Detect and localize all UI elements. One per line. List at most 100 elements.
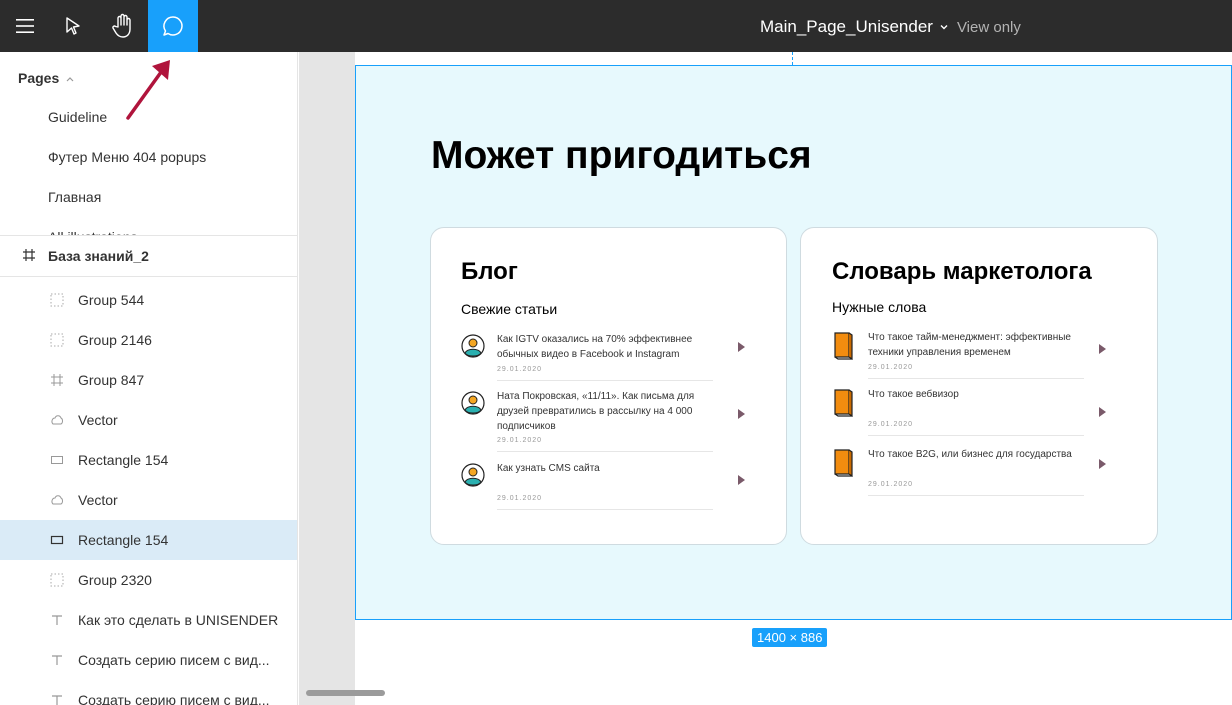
article-date: 29.01.2020 [497, 366, 543, 373]
section-heading: Может пригодиться [431, 134, 812, 177]
glossary-divider [868, 435, 1084, 436]
frame-icon [51, 374, 63, 386]
article-divider [497, 451, 713, 452]
text-icon [52, 655, 62, 665]
layer-row[interactable]: Group 2320 [0, 560, 297, 600]
layer-row[interactable]: Vector [0, 480, 297, 520]
glossary-arrow-icon[interactable] [1099, 344, 1106, 354]
page-item-guideline[interactable]: Guideline [48, 109, 107, 125]
frame-layer-name: База знаний_2 [48, 248, 149, 264]
layer-label: Group 2146 [78, 332, 152, 348]
glossary-term: Что такое тайм-менеджмент: эффективные т… [868, 332, 1071, 358]
annotation-arrow-icon [126, 60, 170, 120]
pages-heading: Pages [18, 70, 60, 86]
layer-row[interactable]: Vector [0, 400, 297, 440]
avatar-icon [461, 334, 485, 358]
guide-line [792, 52, 793, 65]
chevron-down-icon [939, 22, 949, 32]
layer-label: Rectangle 154 [78, 452, 169, 468]
article-arrow-icon[interactable] [738, 409, 745, 419]
layer-row[interactable]: Group 544 [0, 280, 297, 320]
pages-section-header[interactable]: Pages [18, 70, 75, 86]
blog-card[interactable]: Блог Свежие статьи Как IGTV оказались на… [430, 227, 787, 545]
layer-label: Group 847 [78, 372, 145, 388]
article-date: 29.01.2020 [497, 437, 543, 444]
layer-label: Group 2320 [78, 572, 152, 588]
book-icon [834, 332, 853, 360]
article-arrow-icon[interactable] [738, 342, 745, 352]
hand-tool-icon [112, 13, 131, 38]
vector-icon [51, 495, 63, 505]
article-arrow-icon[interactable] [738, 475, 745, 485]
glossary-date: 29.01.2020 [868, 481, 914, 488]
layer-row[interactable]: Как это сделать в UNISENDER [0, 600, 297, 640]
group-icon [50, 293, 64, 307]
layer-row[interactable]: Group 2146 [0, 320, 297, 360]
blog-subtitle: Свежие статьи [461, 301, 558, 317]
hamburger-menu-icon [16, 19, 34, 33]
article-divider [497, 380, 713, 381]
rectangle-icon [50, 535, 64, 545]
pointer-cursor-icon [66, 17, 80, 35]
top-toolbar: Main_Page_Unisender View only [0, 0, 1232, 52]
layer-row-selected[interactable]: Rectangle 154 [0, 520, 297, 560]
blog-title: Блог [461, 258, 518, 285]
article-date: 29.01.2020 [497, 495, 543, 502]
frame-layer-row[interactable]: База знаний_2 [0, 236, 297, 276]
comment-bubble-icon [163, 16, 183, 36]
layer-row[interactable]: Создать серию писем с вид... [0, 640, 297, 680]
article-title: Как IGTV оказались на 70% эффективнее об… [497, 334, 693, 360]
file-name: Main_Page_Unisender [760, 17, 933, 36]
glossary-arrow-icon[interactable] [1099, 407, 1106, 417]
main-menu-button[interactable] [0, 0, 50, 52]
glossary-date: 29.01.2020 [868, 421, 914, 428]
glossary-term: Что такое вебвизор [868, 389, 959, 400]
comment-tool-button[interactable] [148, 0, 198, 52]
glossary-divider [868, 495, 1084, 496]
glossary-arrow-icon[interactable] [1099, 459, 1106, 469]
design-canvas[interactable]: Может пригодиться Блог Свежие статьи Как… [299, 52, 1232, 705]
group-icon [50, 573, 64, 587]
layer-label: Как это сделать в UNISENDER [78, 612, 279, 628]
frame-size-badge: 1400 × 886 [752, 628, 828, 647]
layer-label: Vector [78, 412, 118, 428]
glossary-card[interactable]: Словарь маркетолога Нужные слова Что так… [800, 227, 1158, 545]
layers-panel: Pages Guideline Футер Меню 404 popups Гл… [0, 52, 298, 705]
document-title[interactable]: Main_Page_Unisender View only [760, 16, 1021, 38]
layer-label: Vector [78, 492, 118, 508]
article-title: Ната Покровская, «11/11». Как письма для… [497, 391, 695, 432]
horizontal-scrollbar[interactable] [306, 690, 385, 696]
article-title: Как узнать CMS сайта [497, 463, 600, 474]
layer-row[interactable]: Rectangle 154 [0, 440, 297, 480]
avatar-icon [461, 391, 485, 415]
page-item-footer[interactable]: Футер Меню 404 popups [48, 149, 206, 165]
panel-divider [0, 276, 297, 277]
book-icon [834, 389, 853, 417]
layer-label: Rectangle 154 [78, 532, 169, 548]
vector-icon [51, 415, 63, 425]
text-icon [52, 695, 62, 705]
article-divider [497, 509, 713, 510]
layer-row[interactable]: Создать серию писем с вид... [0, 680, 297, 705]
view-only-label: View only [956, 18, 1021, 36]
layer-label: Group 544 [78, 292, 145, 308]
rectangle-icon [51, 456, 63, 464]
avatar-icon [461, 463, 485, 487]
move-tool-button[interactable] [48, 0, 98, 52]
layer-label: Создать серию писем с вид... [78, 652, 270, 668]
text-icon [52, 615, 62, 625]
glossary-term: Что такое B2G, или бизнес для государств… [868, 449, 1072, 460]
glossary-title: Словарь маркетолога [832, 258, 1092, 285]
glossary-subtitle: Нужные слова [832, 299, 927, 315]
page-item-main[interactable]: Главная [48, 189, 101, 205]
layer-row[interactable]: Group 847 [0, 360, 297, 400]
group-icon [50, 333, 64, 347]
glossary-date: 29.01.2020 [868, 364, 914, 371]
selected-frame[interactable]: Может пригодиться Блог Свежие статьи Как… [355, 65, 1232, 620]
layer-label: Создать серию писем с вид... [78, 692, 270, 705]
chevron-up-icon [65, 70, 75, 86]
glossary-divider [868, 378, 1084, 379]
hand-tool-button[interactable] [98, 0, 148, 52]
book-icon [834, 449, 853, 477]
frame-icon [22, 248, 36, 267]
